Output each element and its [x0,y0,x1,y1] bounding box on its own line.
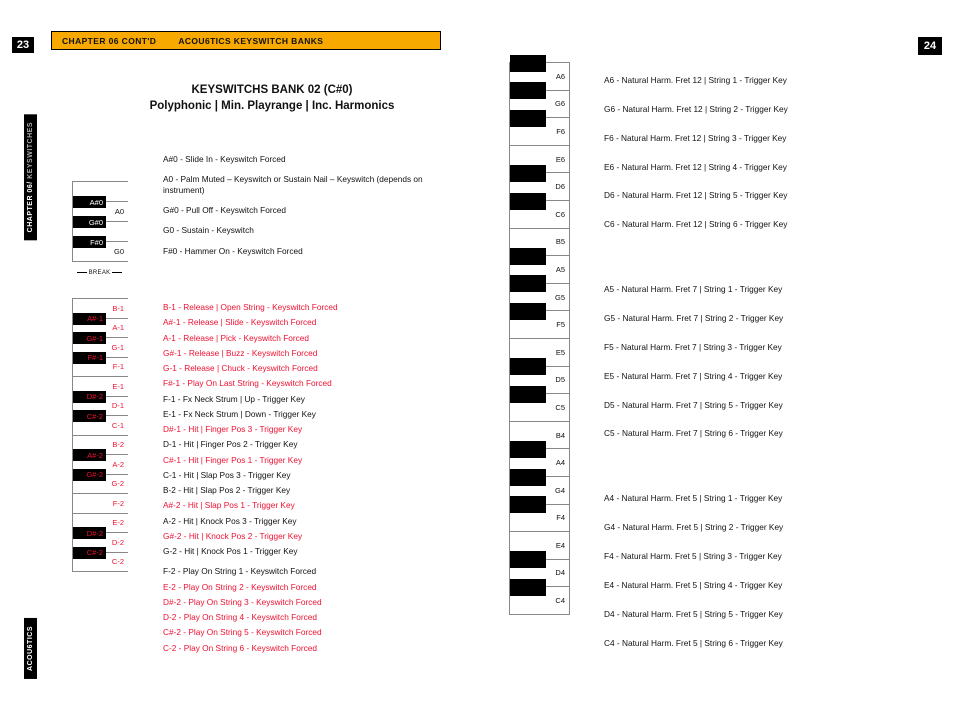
side-tab-chapter-a: CHAPTER 06/ [27,181,34,232]
list-item: D#-2 - Play On String 3 - Keyswitch Forc… [163,597,453,607]
list-item: A5 - Natural Harm. Fret 7 | String 1 - T… [604,284,934,294]
black-key: G#-1 [73,332,106,344]
list-item: D-2 - Play On String 4 - Keyswitch Force… [163,612,453,622]
black-key [510,275,546,292]
list-item: D6 - Natural Harm. Fret 12 | String 5 - … [604,190,934,200]
list-item: B-2 - Hit | Slap Pos 2 - Trigger Key [163,485,453,495]
heading-line-2: Polyphonic | Min. Playrange | Inc. Harmo… [102,99,442,115]
black-key [510,303,546,320]
list-item: C6 - Natural Harm. Fret 12 | String 6 - … [604,219,934,229]
list-item: F6 - Natural Harm. Fret 12 | String 3 - … [604,133,934,143]
black-key: G#-2 [73,469,106,481]
black-key [510,441,546,458]
list-item: G-1 - Release | Chuck - Keyswitch Forced [163,363,453,373]
black-key [510,165,546,182]
list-item: A4 - Natural Harm. Fret 5 | String 1 - T… [604,493,934,503]
list-item: F#-1 - Play On Last String - Keyswitch F… [163,378,453,388]
list-item: A0 - Palm Muted – Keyswitch or Sustain N… [163,174,438,195]
banner-chapter: CHAPTER 06 CONT'D [62,36,156,46]
list-item: A#-2 - Hit | Slap Pos 1 - Trigger Key [163,500,453,510]
list-item: A#-1 - Release | Slide - Keyswitch Force… [163,317,453,327]
list-item: G#-2 - Hit | Knock Pos 2 - Trigger Key [163,531,453,541]
black-key: C#-2 [73,410,106,422]
keyboard-diagram-3: A6G6F6E6D6C6B5A5G5F5E5D5C5B4A4G4F4E4D4C4 [509,62,570,615]
black-key [510,82,546,99]
list-item: D-1 - Hit | Finger Pos 2 - Trigger Key [163,439,453,449]
black-key [510,496,546,513]
list-item: G#-1 - Release | Buzz - Keyswitch Forced [163,348,453,358]
list-item: D#-1 - Hit | Finger Pos 3 - Trigger Key [163,424,453,434]
black-key [510,248,546,265]
list-item: A-2 - Hit | Knock Pos 3 - Trigger Key [163,516,453,526]
black-key: D#-2 [73,527,106,539]
list-item: G4 - Natural Harm. Fret 5 | String 2 - T… [604,522,934,532]
list-item: E5 - Natural Harm. Fret 7 | String 4 - T… [604,371,934,381]
list-item: F-2 - Play On String 1 - Keyswitch Force… [163,566,453,576]
list-item: C#-2 - Play On String 5 - Keyswitch Forc… [163,627,453,637]
description-list-2: B-1 - Release | Open String - Keyswitch … [163,302,453,658]
break-label: BREAK [72,270,127,276]
black-key [510,469,546,486]
list-item: A-1 - Release | Pick - Keyswitch Forced [163,333,453,343]
list-item: C5 - Natural Harm. Fret 7 | String 6 - T… [604,428,934,438]
list-item: A6 - Natural Harm. Fret 12 | String 1 - … [604,75,934,85]
list-item: A#0 - Slide In - Keyswitch Forced [163,154,438,164]
list-item: G5 - Natural Harm. Fret 7 | String 2 - T… [604,313,934,323]
keyboard-diagram-1: A0G0A#0G#0F#0 [72,181,128,262]
white-key: F-2 [73,494,128,514]
list-item: E6 - Natural Harm. Fret 12 | String 4 - … [604,162,934,172]
side-tab-chapter-b: KEYSWITCHES [27,122,34,181]
black-key: D#-2 [73,391,106,403]
black-key [510,55,546,72]
list-item: F#0 - Hammer On - Keyswitch Forced [163,246,438,256]
side-tab-chapter: CHAPTER 06/ KEYSWITCHES [24,114,37,240]
list-item: C4 - Natural Harm. Fret 5 | String 6 - T… [604,638,934,648]
list-item: C#-1 - Hit | Finger Pos 1 - Trigger Key [163,455,453,465]
black-key: F#0 [73,236,106,248]
list-item: D4 - Natural Harm. Fret 5 | String 5 - T… [604,609,934,619]
list-item: D5 - Natural Harm. Fret 7 | String 5 - T… [604,400,934,410]
list-item: B-1 - Release | Open String - Keyswitch … [163,302,453,312]
list-item: E-2 - Play On String 2 - Keyswitch Force… [163,582,453,592]
chapter-banner: CHAPTER 06 CONT'D ACOU6TICS KEYSWITCH BA… [51,31,441,50]
page-number-left: 23 [12,37,34,53]
list-item: E4 - Natural Harm. Fret 5 | String 4 - T… [604,580,934,590]
black-key: F#-1 [73,352,106,364]
list-item: C-1 - Hit | Slap Pos 3 - Trigger Key [163,470,453,480]
heading-line-1: KEYSWITCHS BANK 02 (C#0) [102,83,442,99]
black-key [510,551,546,568]
list-item: F-1 - Fx Neck Strum | Up - Trigger Key [163,394,453,404]
black-key [510,193,546,210]
list-item: F5 - Natural Harm. Fret 7 | String 3 - T… [604,342,934,352]
black-key: A#0 [73,196,106,208]
black-key [510,386,546,403]
black-key: A#-2 [73,449,106,461]
list-item: E-1 - Fx Neck Strum | Down - Trigger Key [163,409,453,419]
list-item: G6 - Natural Harm. Fret 12 | String 2 - … [604,104,934,114]
black-key [510,110,546,127]
list-item: G-2 - Hit | Knock Pos 1 - Trigger Key [163,546,453,556]
list-item: C-2 - Play On String 6 - Keyswitch Force… [163,643,453,653]
keyboard-diagram-2: B-1A#-1A-1G#-1G-1F#-1F-1E-1D#-2D-1C#-2C-… [72,298,128,572]
black-key: G#0 [73,216,106,228]
description-list-3: A6 - Natural Harm. Fret 12 | String 1 - … [604,75,934,666]
page-number-right: 24 [918,37,942,55]
black-key [510,358,546,375]
black-key [510,579,546,596]
list-item: F4 - Natural Harm. Fret 5 | String 3 - T… [604,551,934,561]
black-key: A#-1 [73,313,106,325]
page-heading: KEYSWITCHS BANK 02 (C#0) Polyphonic | Mi… [102,83,442,114]
description-list-1: A#0 - Slide In - Keyswitch Forced A0 - Pa… [163,154,438,266]
side-tab-brand: ACOU6TICS [24,618,37,679]
list-item: G#0 - Pull Off - Keyswitch Forced [163,205,438,215]
list-item: G0 - Sustain - Keyswitch [163,225,438,235]
banner-title: ACOU6TICS KEYSWITCH BANKS [178,36,323,46]
black-key: C#-2 [73,547,106,559]
